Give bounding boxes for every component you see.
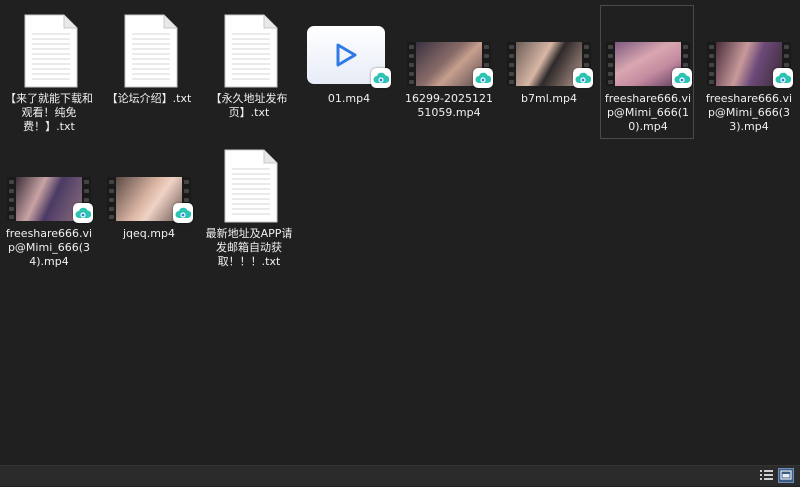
text-document-icon xyxy=(107,14,191,90)
cloud-sync-icon xyxy=(73,203,93,223)
cloud-sync-icon xyxy=(173,203,193,223)
file-name: freeshare666.vip@Mimi_666(34).mp4 xyxy=(5,227,93,268)
file-name: b7ml.mp4 xyxy=(521,92,577,105)
status-bar xyxy=(0,465,800,486)
details-view-icon[interactable] xyxy=(758,468,774,483)
file-name: 16299-202512151059.mp4 xyxy=(405,92,493,119)
video-file-icon xyxy=(7,149,93,225)
file-name: 最新地址及APP请发邮箱自动获取！！！.txt xyxy=(205,227,293,268)
cloud-sync-icon xyxy=(473,68,493,88)
file-name: 01.mp4 xyxy=(327,92,371,105)
file-item[interactable]: 01.mp4 xyxy=(302,6,396,140)
cloud-sync-icon xyxy=(371,68,391,88)
file-item[interactable]: freeshare666.vip@Mimi_666(34).mp4 xyxy=(2,141,96,275)
cloud-sync-icon xyxy=(672,68,692,88)
file-name: freeshare666.vip@Mimi_666(10).mp4 xyxy=(604,92,692,133)
file-item-selected[interactable]: freeshare666.vip@Mimi_666(10).mp4 xyxy=(600,5,694,139)
video-file-icon xyxy=(407,14,493,90)
file-grid: 【来了就能下载和观看！纯免费！】.txt 【论坛介绍】.txt 【永久地址发布页… xyxy=(0,0,800,465)
cloud-sync-icon xyxy=(773,68,793,88)
file-name: 【论坛介绍】.txt xyxy=(106,92,192,105)
file-item[interactable]: 【来了就能下载和观看！纯免费！】.txt xyxy=(2,6,96,140)
text-document-icon xyxy=(7,14,91,90)
file-item[interactable]: jqeq.mp4 xyxy=(102,141,196,275)
file-item[interactable]: 【永久地址发布页】.txt xyxy=(202,6,296,140)
file-item[interactable]: freeshare666.vip@Mimi_666(33).mp4 xyxy=(702,6,796,140)
file-item[interactable]: 16299-202512151059.mp4 xyxy=(402,6,496,140)
file-item[interactable]: 【论坛介绍】.txt xyxy=(102,6,196,140)
video-file-icon xyxy=(707,14,793,90)
file-name: 【永久地址发布页】.txt xyxy=(210,92,288,119)
video-file-icon xyxy=(606,14,692,90)
file-name: 【来了就能下载和观看！纯免费！】.txt xyxy=(5,92,93,133)
video-file-icon xyxy=(507,14,593,90)
play-icon xyxy=(336,43,357,67)
text-document-icon xyxy=(207,149,291,225)
video-file-icon xyxy=(107,149,193,225)
file-name: freeshare666.vip@Mimi_666(33).mp4 xyxy=(705,92,793,133)
file-name: jqeq.mp4 xyxy=(123,227,175,240)
file-item[interactable]: b7ml.mp4 xyxy=(502,6,596,140)
text-document-icon xyxy=(207,14,291,90)
file-item[interactable]: 最新地址及APP请发邮箱自动获取！！！.txt xyxy=(202,141,296,275)
large-icons-view-icon[interactable] xyxy=(778,468,794,483)
video-file-icon xyxy=(307,14,391,90)
cloud-sync-icon xyxy=(573,68,593,88)
